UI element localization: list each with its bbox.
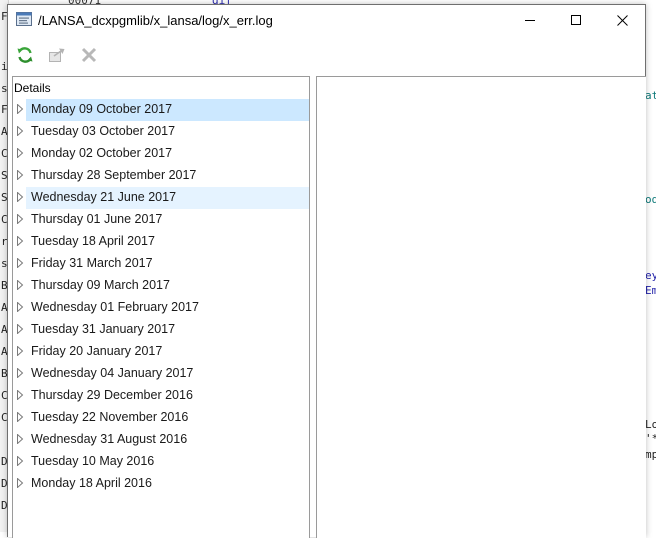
expand-arrow-icon[interactable]: [15, 412, 25, 422]
tree-item-label: Thursday 28 September 2017: [31, 168, 197, 182]
expand-arrow-icon[interactable]: [15, 104, 25, 114]
tree-item-label: Wednesday 31 August 2016: [31, 432, 188, 446]
expand-arrow-icon[interactable]: [15, 302, 25, 312]
expand-arrow-icon[interactable]: [15, 434, 25, 444]
title-bar[interactable]: /LANSA_dcxpgmlib/x_lansa/log/x_err.log: [8, 5, 645, 35]
tree-item-log-date[interactable]: Monday 18 April 2016: [13, 473, 309, 495]
expand-arrow-icon[interactable]: [15, 324, 25, 334]
tree-item-log-date[interactable]: Friday 20 January 2017: [13, 341, 309, 363]
expand-arrow-icon[interactable]: [15, 170, 25, 180]
maximize-icon: [571, 15, 581, 25]
tree-item-log-date[interactable]: Tuesday 31 January 2017: [13, 319, 309, 341]
background-text: mp: [645, 448, 656, 461]
tree-item-log-date[interactable]: Wednesday 21 June 2017: [13, 187, 309, 209]
close-button[interactable]: [599, 5, 645, 35]
tree-item-label: Tuesday 03 October 2017: [31, 124, 176, 138]
background-text: ey: [645, 269, 656, 282]
tree-item-log-date[interactable]: Monday 09 October 2017: [13, 99, 309, 121]
tree-item-log-date[interactable]: Thursday 28 September 2017: [13, 165, 309, 187]
tree-item-log-date[interactable]: Thursday 29 December 2016: [13, 385, 309, 407]
background-text: '*: [645, 432, 656, 445]
tree-item-log-date[interactable]: Thursday 01 June 2017: [13, 209, 309, 231]
expand-arrow-icon[interactable]: [15, 258, 25, 268]
tree-item-label: Wednesday 21 June 2017: [31, 190, 177, 204]
window-title: /LANSA_dcxpgmlib/x_lansa/log/x_err.log: [38, 13, 273, 28]
tree-item-log-date[interactable]: Tuesday 10 May 2016: [13, 451, 309, 473]
toolbar: [8, 35, 645, 75]
expand-arrow-icon[interactable]: [15, 192, 25, 202]
tree-item-label: Friday 31 March 2017: [31, 256, 153, 270]
log-date-tree: Monday 09 October 2017 Tuesday 03 Octobe…: [13, 99, 309, 495]
tree-item-label: Friday 20 January 2017: [31, 344, 163, 358]
tree-item-label: Tuesday 31 January 2017: [31, 322, 176, 336]
tree-item-log-date[interactable]: Wednesday 01 February 2017: [13, 297, 309, 319]
tree-item-label: Thursday 01 June 2017: [31, 212, 163, 226]
tree-item-log-date[interactable]: Tuesday 03 October 2017: [13, 121, 309, 143]
tree-item-log-date[interactable]: Monday 02 October 2017: [13, 143, 309, 165]
tree-item-label: Tuesday 10 May 2016: [31, 454, 155, 468]
refresh-button[interactable]: [14, 44, 36, 66]
log-viewer-app-icon: [16, 12, 32, 26]
details-header: Details: [14, 81, 51, 95]
background-text: Em: [645, 284, 656, 297]
delete-icon: [81, 47, 97, 63]
tree-item-label: Monday 09 October 2017: [31, 102, 173, 116]
expand-arrow-icon[interactable]: [15, 478, 25, 488]
tree-item-label: Thursday 29 December 2016: [31, 388, 193, 402]
close-icon: [616, 14, 628, 26]
refresh-icon: [17, 47, 33, 63]
expand-arrow-icon[interactable]: [15, 214, 25, 224]
tree-item-label: Wednesday 04 January 2017: [31, 366, 194, 380]
delete-button[interactable]: [78, 44, 100, 66]
expand-arrow-icon[interactable]: [15, 456, 25, 466]
tree-item-log-date[interactable]: Wednesday 04 January 2017: [13, 363, 309, 385]
export-icon: [49, 48, 65, 62]
tree-item-label: Thursday 09 March 2017: [31, 278, 170, 292]
expand-arrow-icon[interactable]: [15, 346, 25, 356]
log-viewer-window: /LANSA_dcxpgmlib/x_lansa/log/x_err.log D…: [7, 4, 646, 538]
background-text: Lo: [645, 418, 656, 431]
tree-item-log-date[interactable]: Wednesday 31 August 2016: [13, 429, 309, 451]
maximize-button[interactable]: [553, 5, 599, 35]
expand-arrow-icon[interactable]: [15, 280, 25, 290]
log-content-panel[interactable]: [316, 76, 646, 538]
background-code-editor: at od ey Em Lo '* mp: [645, 0, 656, 532]
expand-arrow-icon[interactable]: [15, 236, 25, 246]
tree-item-log-date[interactable]: Tuesday 18 April 2017: [13, 231, 309, 253]
tree-item-label: Tuesday 22 November 2016: [31, 410, 189, 424]
export-button[interactable]: [46, 44, 68, 66]
tree-item-label: Monday 02 October 2017: [31, 146, 173, 160]
expand-arrow-icon[interactable]: [15, 368, 25, 378]
details-tree-panel[interactable]: Details Monday 09 October 2017 Tuesday 0…: [12, 76, 310, 538]
minimize-icon: [525, 20, 535, 21]
tree-item-label: Monday 18 April 2016: [31, 476, 152, 490]
tree-item-log-date[interactable]: Thursday 09 March 2017: [13, 275, 309, 297]
tree-item-label: Wednesday 01 February 2017: [31, 300, 199, 314]
tree-item-log-date[interactable]: Friday 31 March 2017: [13, 253, 309, 275]
expand-arrow-icon[interactable]: [15, 126, 25, 136]
expand-arrow-icon[interactable]: [15, 390, 25, 400]
expand-arrow-icon[interactable]: [15, 148, 25, 158]
background-text: od: [645, 193, 656, 206]
minimize-button[interactable]: [507, 5, 553, 35]
background-text: at: [645, 89, 656, 102]
tree-item-log-date[interactable]: Tuesday 22 November 2016: [13, 407, 309, 429]
tree-item-label: Tuesday 18 April 2017: [31, 234, 155, 248]
